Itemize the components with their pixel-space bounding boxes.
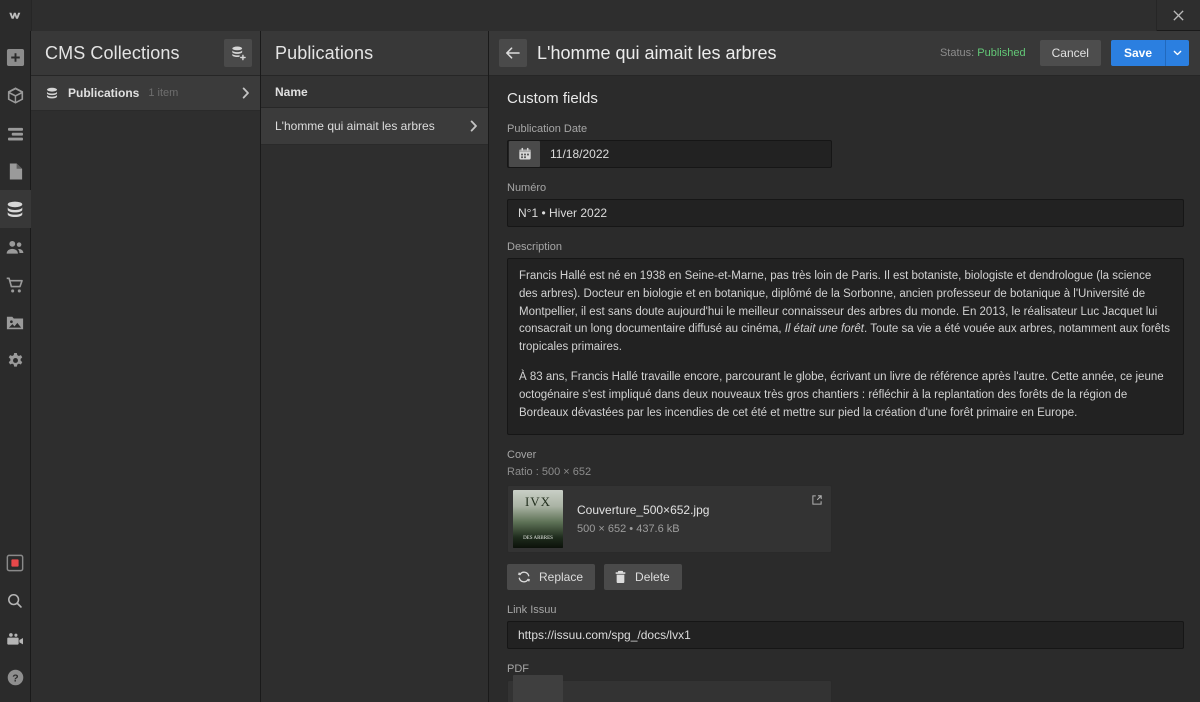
cover-file-name: Couverture_500×652.jpg	[577, 503, 709, 517]
settings-icon[interactable]	[0, 342, 31, 380]
cms-collections-title: CMS Collections	[45, 43, 224, 64]
chevron-right-icon	[470, 120, 478, 132]
main-body: ? CMS Collections Publication	[0, 31, 1200, 702]
field-numero: Numéro N°1 • Hiver 2022	[507, 182, 1184, 227]
cover-action-buttons: Replace Delete	[507, 564, 1184, 590]
publication-date-value: 11/18/2022	[540, 147, 609, 161]
description-paragraph-1: Francis Hallé est né en 1938 en Seine-et…	[519, 268, 1172, 357]
cover-asset-card[interactable]: IVX DES ARBRES Couverture_500×652.jpg 50…	[507, 485, 832, 553]
cover-ratio-hint: Ratio : 500 × 652	[507, 466, 1184, 478]
link-issuu-label: Link Issuu	[507, 604, 1184, 616]
top-bar-spacer	[31, 0, 1156, 31]
cover-file-meta: 500 × 652 • 437.6 kB	[577, 523, 709, 535]
publication-date-label: Publication Date	[507, 123, 1184, 135]
replace-button[interactable]: Replace	[507, 564, 595, 590]
description-textarea[interactable]: Francis Hallé est né en 1938 en Seine-et…	[507, 258, 1184, 435]
save-button[interactable]: Save	[1111, 40, 1165, 66]
ecommerce-icon[interactable]	[0, 266, 31, 304]
pdf-label: PDF	[507, 663, 1184, 675]
delete-button[interactable]: Delete	[604, 564, 682, 590]
publications-header: Publications	[261, 31, 488, 76]
field-publication-date: Publication Date 11/18/2022	[507, 123, 1184, 168]
webflow-logo-icon[interactable]	[0, 0, 31, 31]
save-dropdown-chevron-down-icon[interactable]	[1165, 40, 1189, 66]
description-label: Description	[507, 241, 1184, 253]
video-icon[interactable]	[0, 620, 31, 658]
users-icon[interactable]	[0, 228, 31, 266]
replace-button-label: Replace	[539, 570, 583, 584]
close-icon[interactable]	[1156, 0, 1200, 31]
left-icon-rail: ?	[0, 31, 31, 702]
cover-thumbnail: IVX DES ARBRES	[513, 490, 563, 548]
replace-icon	[517, 570, 531, 584]
items-empty-area	[261, 145, 488, 702]
assets-icon[interactable]	[0, 304, 31, 342]
description-p1-italic-title: Il était une forêt	[785, 323, 864, 335]
svg-text:?: ?	[12, 673, 18, 684]
field-link-issuu: Link Issuu https://issuu.com/spg_/docs/l…	[507, 604, 1184, 649]
status-label: Status:	[940, 47, 974, 59]
field-description: Description Francis Hallé est né en 1938…	[507, 241, 1184, 435]
items-column-header-name: Name	[261, 76, 488, 108]
rail-bottom-group: ?	[0, 544, 31, 702]
save-button-group[interactable]: Save	[1111, 40, 1189, 66]
top-bar	[0, 0, 1200, 31]
status-badge: Status: Published	[940, 47, 1026, 59]
database-icon	[45, 87, 59, 100]
cover-thumbnail-title: IVX	[513, 494, 563, 510]
trash-icon	[614, 570, 627, 584]
collection-row-publications[interactable]: Publications 1 item	[31, 76, 260, 111]
page-title: L'homme qui aimait les arbres	[537, 43, 930, 64]
pdf-asset-card[interactable]	[507, 680, 832, 702]
description-paragraph-2: À 83 ans, Francis Hallé travaille encore…	[519, 369, 1172, 422]
cover-label: Cover	[507, 449, 1184, 461]
cover-thumbnail-caption: DES ARBRES	[513, 535, 563, 542]
collection-name: Publications	[68, 86, 139, 100]
editor-form: Custom fields Publication Date 11/18/202…	[489, 76, 1200, 702]
publication-date-input[interactable]: 11/18/2022	[507, 140, 832, 168]
item-name: L'homme qui aimait les arbres	[275, 119, 470, 133]
cms-collections-empty-area	[31, 111, 260, 702]
pdf-thumbnail	[513, 675, 563, 702]
back-arrow-icon[interactable]	[499, 39, 527, 67]
cms-icon[interactable]	[0, 190, 31, 228]
navigator-icon[interactable]	[0, 114, 31, 152]
editor-header: L'homme qui aimait les arbres Status: Pu…	[489, 31, 1200, 76]
add-panel-icon[interactable]	[0, 38, 31, 76]
publications-title: Publications	[275, 43, 480, 64]
collection-item-count: 1 item	[148, 87, 233, 99]
cover-asset-meta: Couverture_500×652.jpg 500 × 652 • 437.6…	[563, 503, 709, 535]
webflow-designer-window: ? CMS Collections Publication	[0, 0, 1200, 702]
cms-collections-panel: CMS Collections Publications 1 item	[31, 31, 261, 702]
recording-stop-icon[interactable]	[0, 544, 31, 582]
chevron-right-icon	[242, 87, 250, 99]
pages-icon[interactable]	[0, 152, 31, 190]
calendar-icon[interactable]	[509, 141, 540, 167]
cancel-button[interactable]: Cancel	[1040, 40, 1101, 66]
numero-label: Numéro	[507, 182, 1184, 194]
item-editor-panel: L'homme qui aimait les arbres Status: Pu…	[489, 31, 1200, 702]
status-value: Published	[977, 47, 1025, 59]
link-issuu-input[interactable]: https://issuu.com/spg_/docs/lvx1	[507, 621, 1184, 649]
field-pdf: PDF	[507, 663, 1184, 702]
external-link-icon[interactable]	[811, 493, 823, 511]
list-item[interactable]: L'homme qui aimait les arbres	[261, 108, 488, 145]
cms-collections-header: CMS Collections	[31, 31, 260, 76]
new-collection-icon[interactable]	[224, 39, 252, 67]
search-icon[interactable]	[0, 582, 31, 620]
delete-button-label: Delete	[635, 570, 670, 584]
field-cover: Cover Ratio : 500 × 652 IVX DES ARBRES C…	[507, 449, 1184, 590]
numero-input[interactable]: N°1 • Hiver 2022	[507, 199, 1184, 227]
components-icon[interactable]	[0, 76, 31, 114]
custom-fields-heading: Custom fields	[507, 90, 1184, 107]
publications-items-panel: Publications Name L'homme qui aimait les…	[261, 31, 489, 702]
help-icon[interactable]: ?	[0, 658, 31, 696]
